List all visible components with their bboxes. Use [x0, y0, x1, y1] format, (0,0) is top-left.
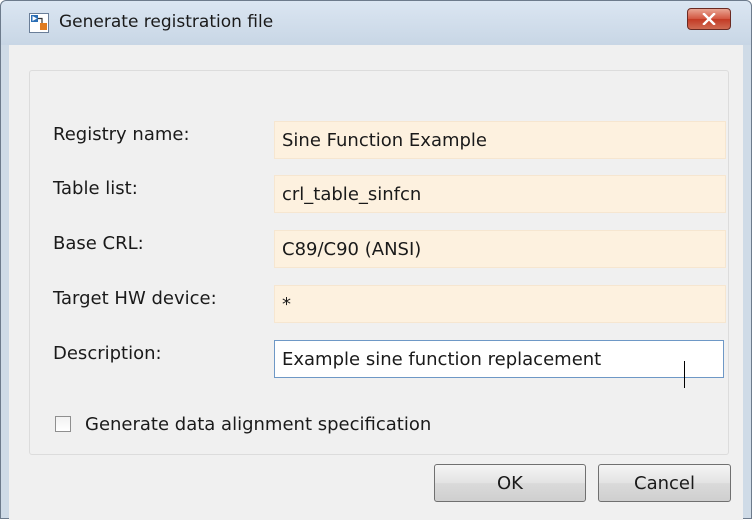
table-list-label: Table list:: [53, 178, 138, 199]
description-field[interactable]: [274, 340, 724, 378]
base-crl-label: Base CRL:: [53, 233, 144, 254]
dialog-window: Generate registration file Registry name…: [0, 0, 752, 520]
text-caret: [684, 361, 685, 388]
registry-name-label: Registry name:: [53, 124, 190, 145]
cancel-button[interactable]: Cancel: [598, 464, 731, 502]
data-alignment-checkbox-label[interactable]: Generate data alignment specification: [85, 414, 431, 435]
target-hw-device-field[interactable]: [274, 285, 726, 323]
base-crl-field[interactable]: [274, 230, 726, 268]
close-icon: [702, 13, 716, 25]
target-hw-device-label: Target HW device:: [53, 288, 217, 309]
title-bar[interactable]: Generate registration file: [1, 1, 751, 45]
close-button[interactable]: [687, 8, 731, 30]
table-list-field[interactable]: [274, 175, 726, 213]
ok-button[interactable]: OK: [434, 464, 586, 502]
description-label: Description:: [53, 343, 162, 364]
registration-form: Registry name: Table list: Base CRL: Tar…: [29, 70, 729, 455]
simulink-model-icon: [29, 13, 49, 33]
registry-name-field[interactable]: [274, 121, 726, 159]
data-alignment-option[interactable]: Generate data alignment specification: [55, 413, 431, 435]
dialog-body: Registry name: Table list: Base CRL: Tar…: [9, 45, 743, 520]
window-title: Generate registration file: [59, 12, 274, 32]
data-alignment-checkbox[interactable]: [55, 416, 71, 432]
